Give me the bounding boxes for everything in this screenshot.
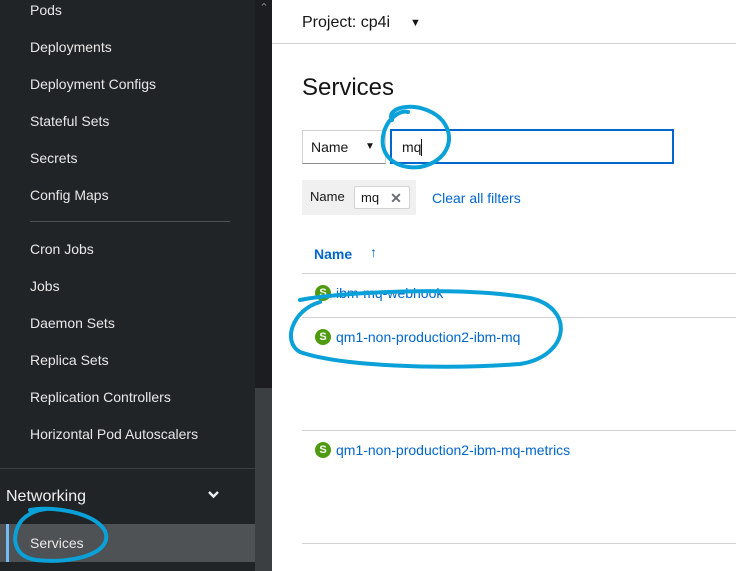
sidebar-item-cron-jobs[interactable]: Cron Jobs [30,239,94,259]
table-row-link[interactable]: ibm-mq-webhook [336,285,443,301]
close-icon[interactable]: ✕ [387,188,405,208]
project-bar: Project: cp4i ▼ [272,0,736,44]
active-indicator [6,524,9,562]
sidebar-item-pods[interactable]: Pods [30,0,62,20]
caret-down-icon[interactable]: ▼ [410,13,421,33]
page-title: Services [302,74,395,101]
sidebar-item-services[interactable]: Services [30,533,84,553]
sidebar-item-horizontal-pod-autoscalers[interactable]: Horizontal Pod Autoscalers [30,424,198,444]
clear-all-filters-link[interactable]: Clear all filters [432,190,521,206]
service-badge-icon: S [315,285,331,301]
sidebar-item-config-maps[interactable]: Config Maps [30,185,109,205]
sidebar-item-stateful-sets[interactable]: Stateful Sets [30,111,109,131]
sidebar-item-replica-sets[interactable]: Replica Sets [30,350,109,370]
sidebar-divider [30,221,230,222]
scroll-up-icon[interactable]: ⌃ [258,2,270,14]
row-divider [302,317,736,318]
sidebar-item-jobs[interactable]: Jobs [30,276,60,296]
filter-chip-group: Name mq ✕ [302,180,416,215]
column-header-name[interactable]: Name [314,246,352,262]
filter-chip: mq ✕ [354,186,410,209]
table-row-link[interactable]: qm1-non-production2-ibm-mq-metrics [336,442,570,458]
table-row-link[interactable]: qm1-non-production2-ibm-mq [336,329,520,345]
filter-type-label: Name [311,139,349,155]
table-header: Name ↑ [302,244,736,274]
nav-section-networking[interactable]: Networking [6,486,232,508]
service-badge-icon: S [315,442,331,458]
caret-down-icon: ▼ [365,141,375,152]
sidebar-item-replication-controllers[interactable]: Replication Controllers [30,387,171,407]
sidebar-item-deployments[interactable]: Deployments [30,37,112,57]
text-cursor [421,139,422,156]
chip-group-label: Name [310,189,345,204]
service-badge-icon: S [315,329,331,345]
sidebar-item-daemon-sets[interactable]: Daemon Sets [30,313,115,333]
search-input-value: mq [402,139,422,155]
sidebar-nav: ⌃ Pods Deployments Deployment Configs St… [0,0,272,571]
section-divider [0,468,255,469]
filter-type-dropdown[interactable]: Name ▼ [302,130,386,164]
sidebar-scrollbar-thumb[interactable] [255,388,272,571]
chip-value: mq [361,190,380,205]
sidebar-item-deployment-configs[interactable]: Deployment Configs [30,74,156,94]
sidebar-item-secrets[interactable]: Secrets [30,148,77,168]
sort-ascending-icon[interactable]: ↑ [370,244,377,260]
row-divider [302,543,736,544]
row-divider [302,430,736,431]
main-content: Project: cp4i ▼ Services Name ▼ mq Name … [272,0,736,571]
project-selector[interactable]: Project: cp4i [302,12,390,34]
search-input[interactable]: mq [390,129,674,164]
chevron-down-icon[interactable] [207,485,221,505]
